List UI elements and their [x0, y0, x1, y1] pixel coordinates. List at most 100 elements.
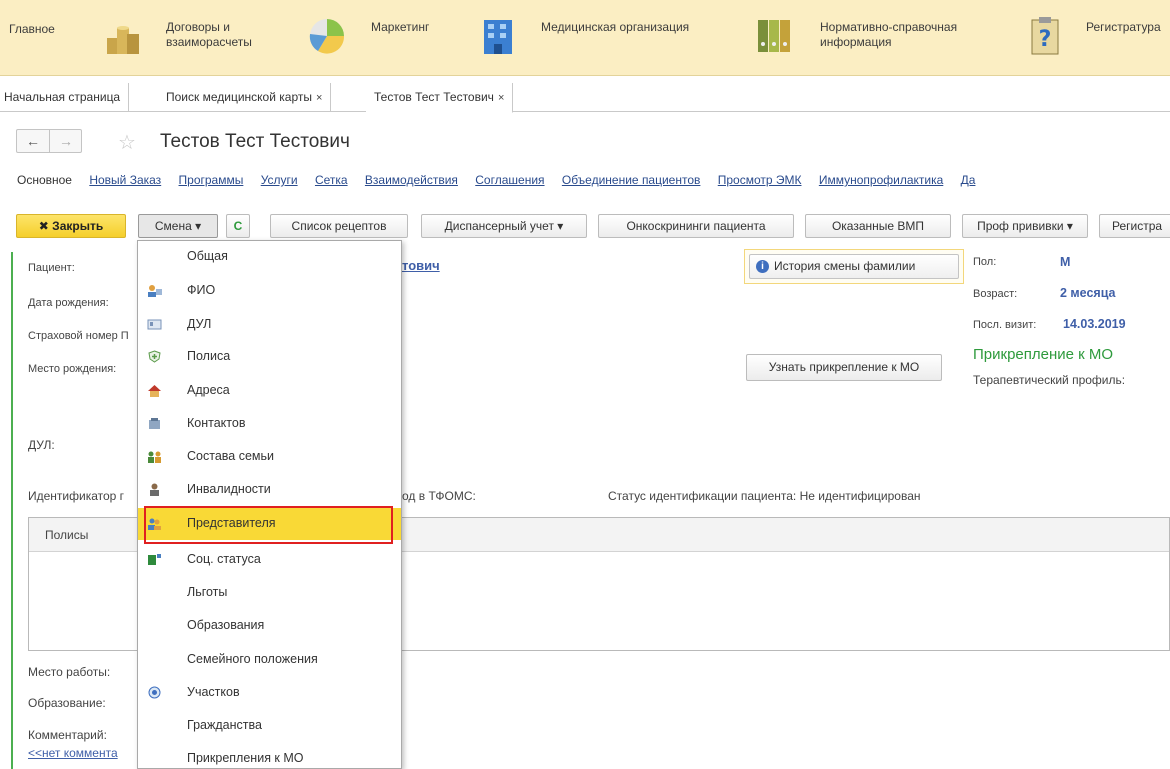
link-agreements[interactable]: Соглашения: [475, 173, 544, 187]
section-contracts[interactable]: Договоры и взаиморасчеты: [166, 20, 252, 50]
phone-icon: [149, 418, 160, 429]
history-button[interactable]: i История смены фамилии: [749, 254, 959, 279]
link-main[interactable]: Основное: [17, 173, 72, 187]
shield-plus-icon: [148, 350, 161, 363]
back-icon[interactable]: ←: [26, 133, 40, 149]
menu-item-dul[interactable]: ДУЛ: [138, 309, 401, 341]
menu-item-contacts[interactable]: Контактов: [138, 408, 401, 440]
vaccines-button[interactable]: Проф прививки ▾: [962, 214, 1088, 238]
oncoscreen-button[interactable]: Онкоскрининги пациента: [598, 214, 794, 238]
binders-icon: [758, 20, 790, 52]
work-place-label: Место работы:: [28, 665, 111, 679]
pie-chart-icon: [309, 19, 345, 54]
building-icon: [484, 20, 512, 54]
history-button-frame: i История смены фамилии: [744, 249, 964, 284]
section-main[interactable]: Главное: [9, 22, 55, 37]
page-title: Тестов Тест Тестович: [160, 131, 350, 152]
birthplace-label: Место рождения:: [28, 363, 117, 375]
tab-patient[interactable]: Тестов Тест Тестович ×: [366, 83, 514, 113]
birth-date-label: Дата рождения:: [28, 297, 109, 309]
insurance-label: Страховой номер П: [28, 330, 129, 342]
form-accent-bar: [11, 252, 13, 769]
menu-item-benefits[interactable]: Льготы: [138, 577, 401, 609]
register-button[interactable]: Регистра: [1099, 214, 1170, 238]
form-links: Основное Новый Заказ Программы Услуги Се…: [17, 173, 989, 187]
menu-item-addresses[interactable]: Адреса: [138, 375, 401, 407]
menu-item-disability[interactable]: Инвалидности: [138, 474, 401, 506]
chevron-down-icon: ▾: [1066, 219, 1073, 233]
highlight-frame: [144, 506, 393, 544]
district-icon: [148, 686, 161, 699]
menu-item-fio[interactable]: ФИО: [138, 275, 401, 307]
link-immuno[interactable]: Иммунопрофилактика: [819, 173, 943, 187]
section-registry[interactable]: Регистратура: [1086, 20, 1161, 35]
sex-label: Пол:: [973, 256, 997, 268]
menu-item-education[interactable]: Образования: [138, 610, 401, 642]
coins-icon: [107, 26, 139, 54]
forward-icon[interactable]: →: [59, 133, 73, 149]
menu-item-social-status[interactable]: Соц. статуса: [138, 544, 401, 576]
last-visit-label: Посл. визит:: [973, 319, 1037, 331]
menu-item-marital[interactable]: Семейного положения: [138, 644, 401, 676]
education-label: Образование:: [28, 696, 106, 710]
therapy-profile-label: Терапевтический профиль:: [973, 373, 1126, 387]
section-med-org[interactable]: Медицинская организация: [541, 20, 689, 35]
id-card-icon: [147, 319, 162, 330]
section-reference[interactable]: Нормативно-справочная информация: [820, 20, 957, 50]
person-card-icon: [148, 285, 162, 297]
house-icon: [148, 385, 161, 397]
link-grid[interactable]: Сетка: [315, 173, 348, 187]
chevron-down-icon: ▾: [557, 219, 564, 233]
dul-label: ДУЛ:: [28, 438, 55, 452]
clipboard-question-icon: ?: [1031, 17, 1059, 55]
vmp-button[interactable]: Оказанные ВМП: [805, 214, 951, 238]
person-icon: [150, 483, 159, 496]
menu-item-districts[interactable]: Участков: [138, 677, 401, 709]
dispensary-button[interactable]: Диспансерный учет ▾: [421, 214, 587, 238]
change-dropdown-button[interactable]: Смена ▾: [138, 214, 218, 238]
info-icon: i: [756, 260, 769, 273]
tab-search-card[interactable]: Поиск медицинской карты ×: [158, 83, 332, 112]
sex-value: М: [1060, 255, 1071, 269]
identifier-label: Идентификатор г: [28, 489, 125, 503]
refresh-button[interactable]: C: [226, 214, 250, 238]
menu-item-general[interactable]: Общая: [138, 241, 401, 273]
tfoms-label: од в ТФОМС:: [402, 489, 476, 503]
patient-name-link[interactable]: тович: [402, 258, 440, 273]
link-services[interactable]: Услуги: [261, 173, 298, 187]
attach-mo-button[interactable]: Узнать прикрепление к МО: [746, 354, 942, 381]
close-icon[interactable]: ×: [316, 92, 322, 104]
chevron-down-icon: ▾: [195, 219, 202, 233]
patient-label: Пациент:: [28, 262, 75, 274]
social-status-icon: [148, 554, 161, 565]
menu-item-citizenship[interactable]: Гражданства: [138, 710, 401, 742]
recipes-button[interactable]: Список рецептов: [270, 214, 408, 238]
svg-text:?: ?: [1039, 27, 1052, 52]
link-merge-patients[interactable]: Объединение пациентов: [562, 173, 701, 187]
tabs-bar: Начальная страница Поиск медицинской кар…: [0, 83, 1170, 113]
link-interactions[interactable]: Взаимодействия: [365, 173, 458, 187]
link-more[interactable]: Да: [961, 173, 976, 187]
family-icon: [148, 451, 161, 463]
nav-buttons: ← →: [16, 129, 82, 153]
ident-status: Статус идентификации пациента: Не иденти…: [608, 489, 921, 503]
comment-label: Комментарий:: [28, 728, 107, 742]
sections-panel: Главное Договоры и взаиморасчеты Маркети…: [0, 0, 1170, 76]
age-label: Возраст:: [973, 288, 1018, 300]
link-view-emk[interactable]: Просмотр ЭМК: [718, 173, 802, 187]
change-dropdown-menu: Общая ФИО ДУЛ Полиса Адреса Контактов Со…: [137, 240, 402, 769]
favorite-star-icon[interactable]: ☆: [118, 130, 136, 155]
section-marketing[interactable]: Маркетинг: [371, 20, 429, 35]
tab-start-page[interactable]: Начальная страница: [0, 83, 130, 112]
age-value: 2 месяца: [1060, 286, 1116, 300]
last-visit-value: 14.03.2019: [1063, 317, 1126, 331]
menu-item-policies[interactable]: Полиса: [138, 341, 401, 373]
link-new-order[interactable]: Новый Заказ: [89, 173, 161, 187]
close-button[interactable]: ✖ Закрыть: [16, 214, 126, 238]
close-icon[interactable]: ×: [498, 92, 504, 104]
menu-item-family[interactable]: Состава семьи: [138, 441, 401, 473]
attachment-title: Прикрепление к МО: [973, 346, 1114, 363]
menu-item-mo-attachment[interactable]: Прикрепления к МО: [138, 743, 401, 769]
comment-link[interactable]: <<нет коммента: [28, 746, 118, 760]
link-programs[interactable]: Программы: [179, 173, 244, 187]
